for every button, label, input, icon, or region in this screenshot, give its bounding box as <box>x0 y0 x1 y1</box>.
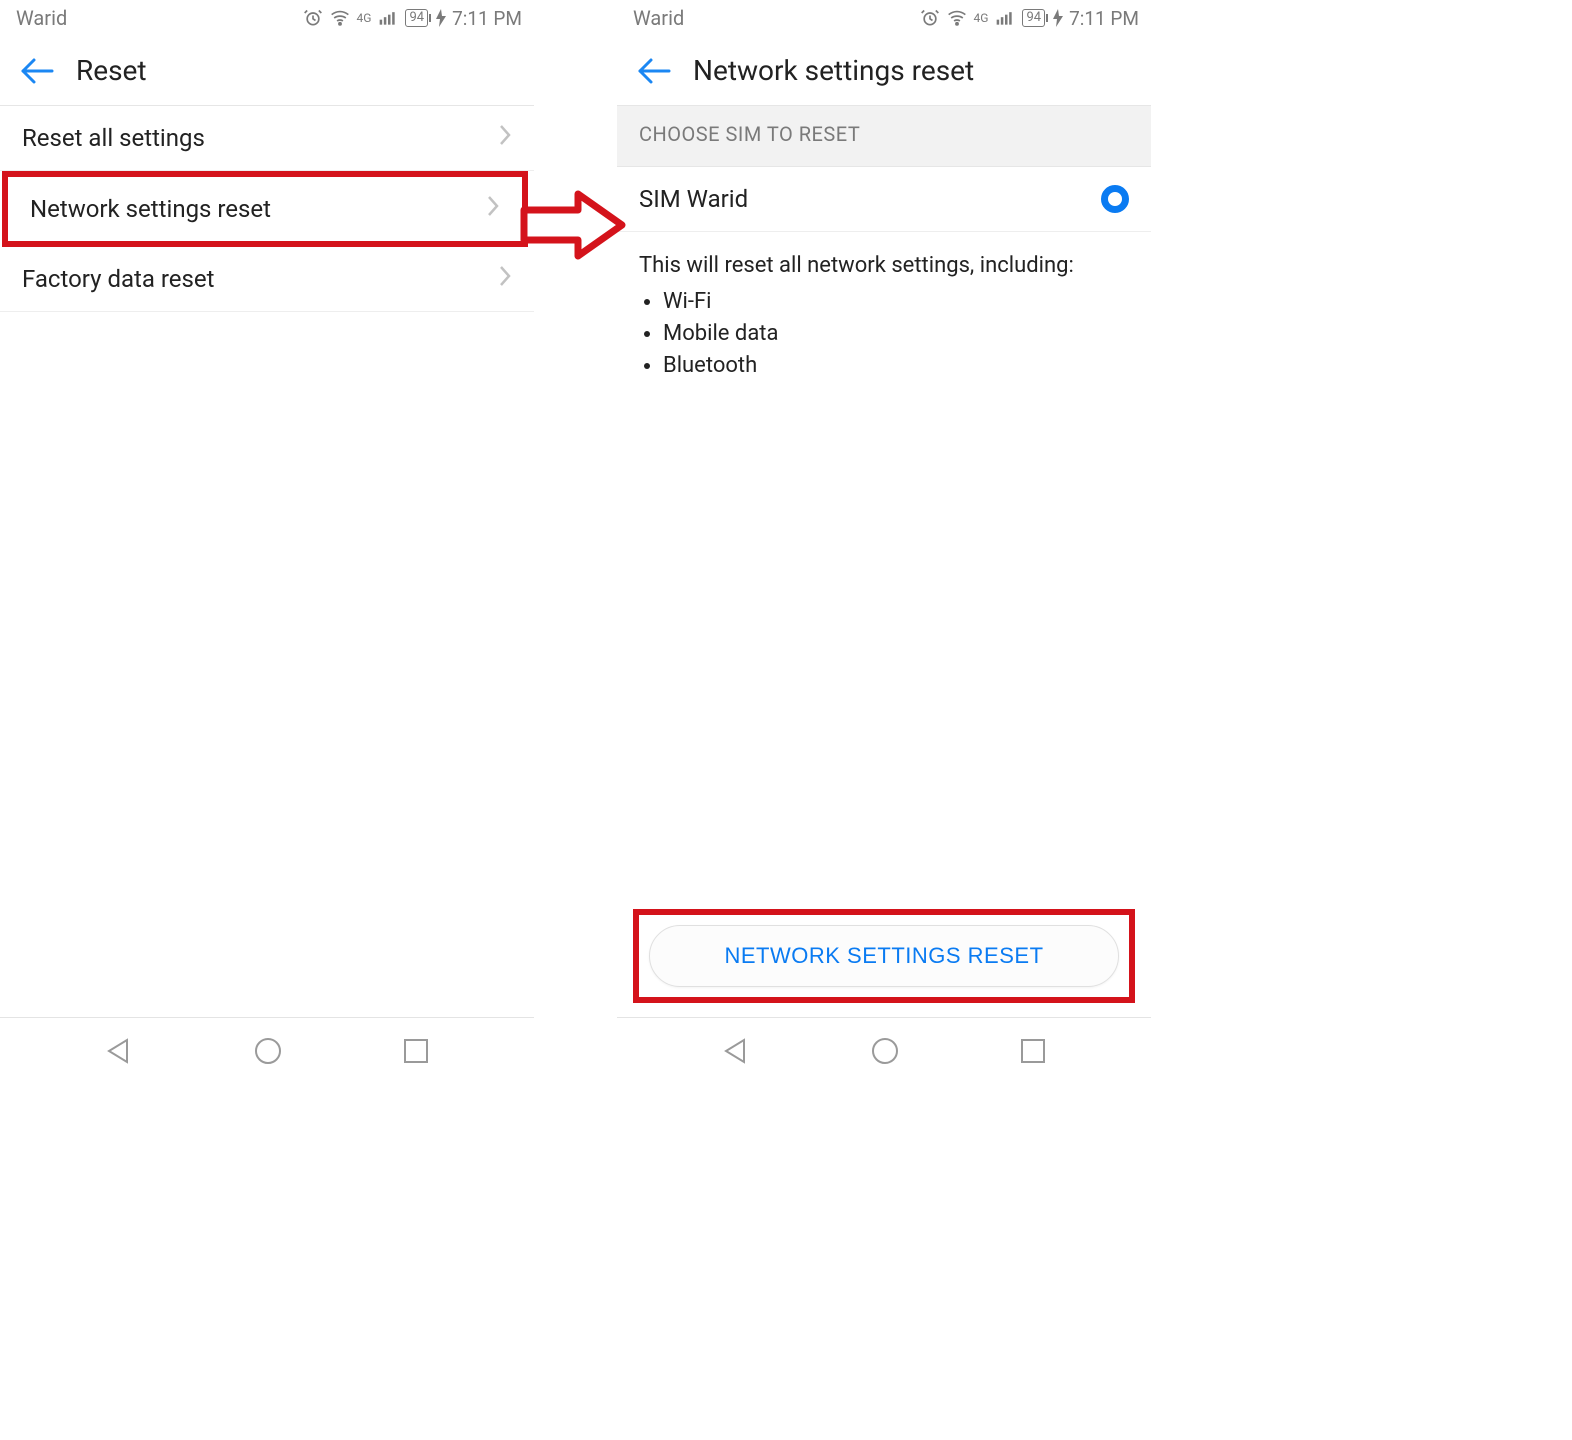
row-factory-data-reset[interactable]: Factory data reset <box>0 247 534 312</box>
back-icon[interactable] <box>637 57 671 85</box>
row-label: Factory data reset <box>22 265 215 293</box>
screen-reset-list: Warid 4G 94 7:11 PM Reset Reset all sett… <box>0 0 534 1083</box>
row-sim-select[interactable]: SIM Warid <box>617 167 1151 232</box>
page-title: Network settings reset <box>693 54 974 87</box>
status-bar: Warid 4G 94 7:11 PM <box>0 0 534 36</box>
alarm-icon <box>920 8 940 28</box>
charging-icon <box>1053 9 1063 27</box>
info-text-block: This will reset all network settings, in… <box>617 232 1151 400</box>
bullet-item: Bluetooth <box>663 350 1129 382</box>
bullet-item: Mobile data <box>663 318 1129 350</box>
annotation-highlight-network-reset: Network settings reset <box>2 171 528 247</box>
alarm-icon <box>303 8 323 28</box>
wifi-icon <box>329 8 351 28</box>
net-type-label: 4G <box>974 11 989 25</box>
row-network-settings-reset[interactable]: Network settings reset <box>8 177 522 241</box>
signal-icon <box>994 8 1016 28</box>
nav-recents-icon[interactable] <box>1020 1038 1046 1064</box>
nav-recents-icon[interactable] <box>403 1038 429 1064</box>
info-text: This will reset all network settings, in… <box>639 250 1129 282</box>
sim-label: SIM Warid <box>639 185 748 213</box>
nav-back-icon[interactable] <box>722 1037 750 1065</box>
radio-selected-icon[interactable] <box>1101 185 1129 213</box>
signal-icon <box>377 8 399 28</box>
app-header: Network settings reset <box>617 36 1151 105</box>
carrier-label: Warid <box>633 6 684 30</box>
system-nav-bar <box>617 1017 1151 1083</box>
charging-icon <box>436 9 446 27</box>
nav-home-icon[interactable] <box>870 1036 900 1066</box>
app-header: Reset <box>0 36 534 106</box>
battery-icon: 94 <box>1022 9 1045 27</box>
nav-back-icon[interactable] <box>105 1037 133 1065</box>
status-bar: Warid 4G 94 7:11 PM <box>617 0 1151 36</box>
chevron-right-icon <box>498 265 512 293</box>
system-nav-bar <box>0 1017 534 1083</box>
annotation-arrow-icon <box>520 190 628 264</box>
chevron-right-icon <box>486 195 500 223</box>
section-header-choose-sim: CHOOSE SIM TO RESET <box>617 105 1151 167</box>
status-icons: 4G 94 7:11 PM <box>303 7 522 30</box>
nav-home-icon[interactable] <box>253 1036 283 1066</box>
row-label: Reset all settings <box>22 124 205 152</box>
info-bullet-list: Wi-Fi Mobile data Bluetooth <box>639 286 1129 382</box>
bullet-item: Wi-Fi <box>663 286 1129 318</box>
network-settings-reset-button[interactable]: NETWORK SETTINGS RESET <box>649 925 1119 987</box>
net-type-label: 4G <box>357 11 372 25</box>
row-reset-all-settings[interactable]: Reset all settings <box>0 106 534 171</box>
annotation-highlight-reset-button: NETWORK SETTINGS RESET <box>633 909 1135 1003</box>
clock-label: 7:11 PM <box>1069 7 1139 30</box>
screen-network-reset-detail: Warid 4G 94 7:11 PM Network settings res… <box>617 0 1151 1083</box>
battery-icon: 94 <box>405 9 428 27</box>
chevron-right-icon <box>498 124 512 152</box>
clock-label: 7:11 PM <box>452 7 522 30</box>
carrier-label: Warid <box>16 6 67 30</box>
page-title: Reset <box>76 54 147 87</box>
back-icon[interactable] <box>20 57 54 85</box>
status-icons: 4G 94 7:11 PM <box>920 7 1139 30</box>
wifi-icon <box>946 8 968 28</box>
row-label: Network settings reset <box>30 195 271 223</box>
